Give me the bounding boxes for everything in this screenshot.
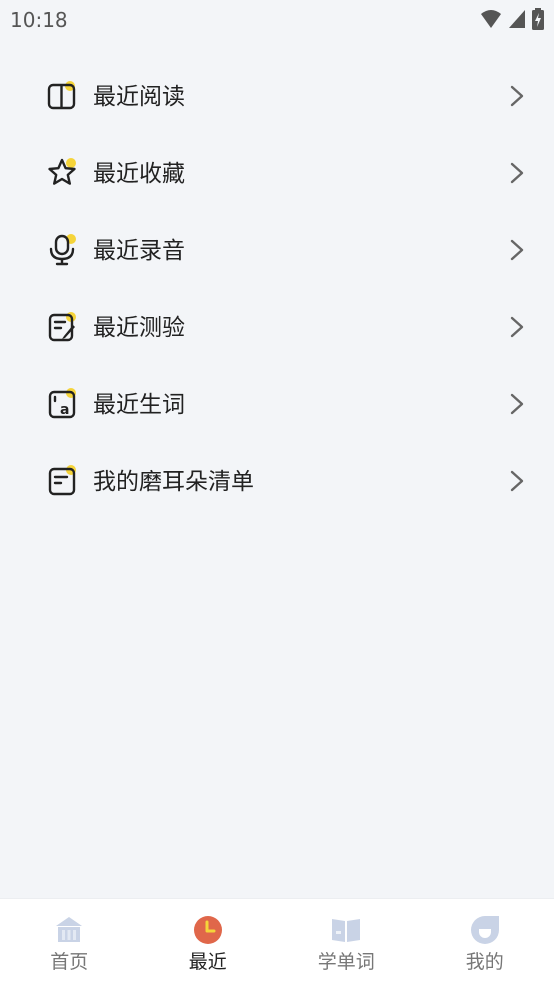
- svg-text:a: a: [60, 402, 69, 418]
- tab-label-learn-words: 学单词: [277, 947, 416, 974]
- book-icon: [46, 80, 78, 112]
- tab-recent[interactable]: 最近: [139, 899, 278, 985]
- wifi-icon: [480, 9, 502, 29]
- recent-menu-list: 最近阅读 最近收藏 最近录音: [0, 58, 554, 520]
- menu-item-recent-recordings[interactable]: 最近录音: [0, 212, 554, 289]
- status-icons: [480, 8, 544, 30]
- battery-charging-icon: [532, 8, 544, 30]
- menu-label-recent-favorites: 最近收藏: [93, 159, 185, 189]
- status-bar: 10:18: [0, 0, 554, 40]
- chevron-right-icon: [510, 162, 524, 184]
- status-time: 10:18: [10, 8, 68, 32]
- menu-item-recent-vocabulary[interactable]: a 最近生词: [0, 366, 554, 443]
- tab-label-home: 首页: [0, 947, 139, 974]
- profile-icon: [469, 914, 501, 946]
- tab-home[interactable]: 首页: [0, 899, 139, 985]
- home-icon: [53, 914, 85, 946]
- chevron-right-icon: [510, 393, 524, 415]
- menu-label-listening-playlist: 我的磨耳朵清单: [93, 467, 254, 497]
- microphone-icon: [46, 234, 78, 266]
- tab-learn-words[interactable]: 学单词: [277, 899, 416, 985]
- cellular-signal-icon: [508, 9, 526, 29]
- chevron-right-icon: [510, 239, 524, 261]
- menu-item-recent-favorites[interactable]: 最近收藏: [0, 135, 554, 212]
- vocabulary-card-icon: a: [46, 388, 78, 420]
- chevron-right-icon: [510, 85, 524, 107]
- menu-item-recent-quizzes[interactable]: 最近测验: [0, 289, 554, 366]
- clock-icon: [192, 914, 224, 946]
- menu-label-recent-reading: 最近阅读: [93, 82, 185, 112]
- chevron-right-icon: [510, 470, 524, 492]
- menu-label-recent-recordings: 最近录音: [93, 236, 185, 266]
- menu-label-recent-quizzes: 最近测验: [93, 313, 185, 343]
- tab-label-recent: 最近: [139, 947, 278, 974]
- playlist-icon: [46, 465, 78, 497]
- chevron-right-icon: [510, 316, 524, 338]
- tab-mine[interactable]: 我的: [416, 899, 554, 985]
- open-book-icon: [330, 914, 362, 946]
- menu-label-recent-vocabulary: 最近生词: [93, 390, 185, 420]
- bottom-tab-bar: 首页 最近 学单词 我的: [0, 898, 554, 985]
- tab-label-mine: 我的: [416, 947, 554, 974]
- star-icon: [46, 157, 78, 189]
- menu-item-recent-reading[interactable]: 最近阅读: [0, 58, 554, 135]
- quiz-edit-icon: [46, 311, 78, 343]
- menu-item-listening-playlist[interactable]: 我的磨耳朵清单: [0, 443, 554, 520]
